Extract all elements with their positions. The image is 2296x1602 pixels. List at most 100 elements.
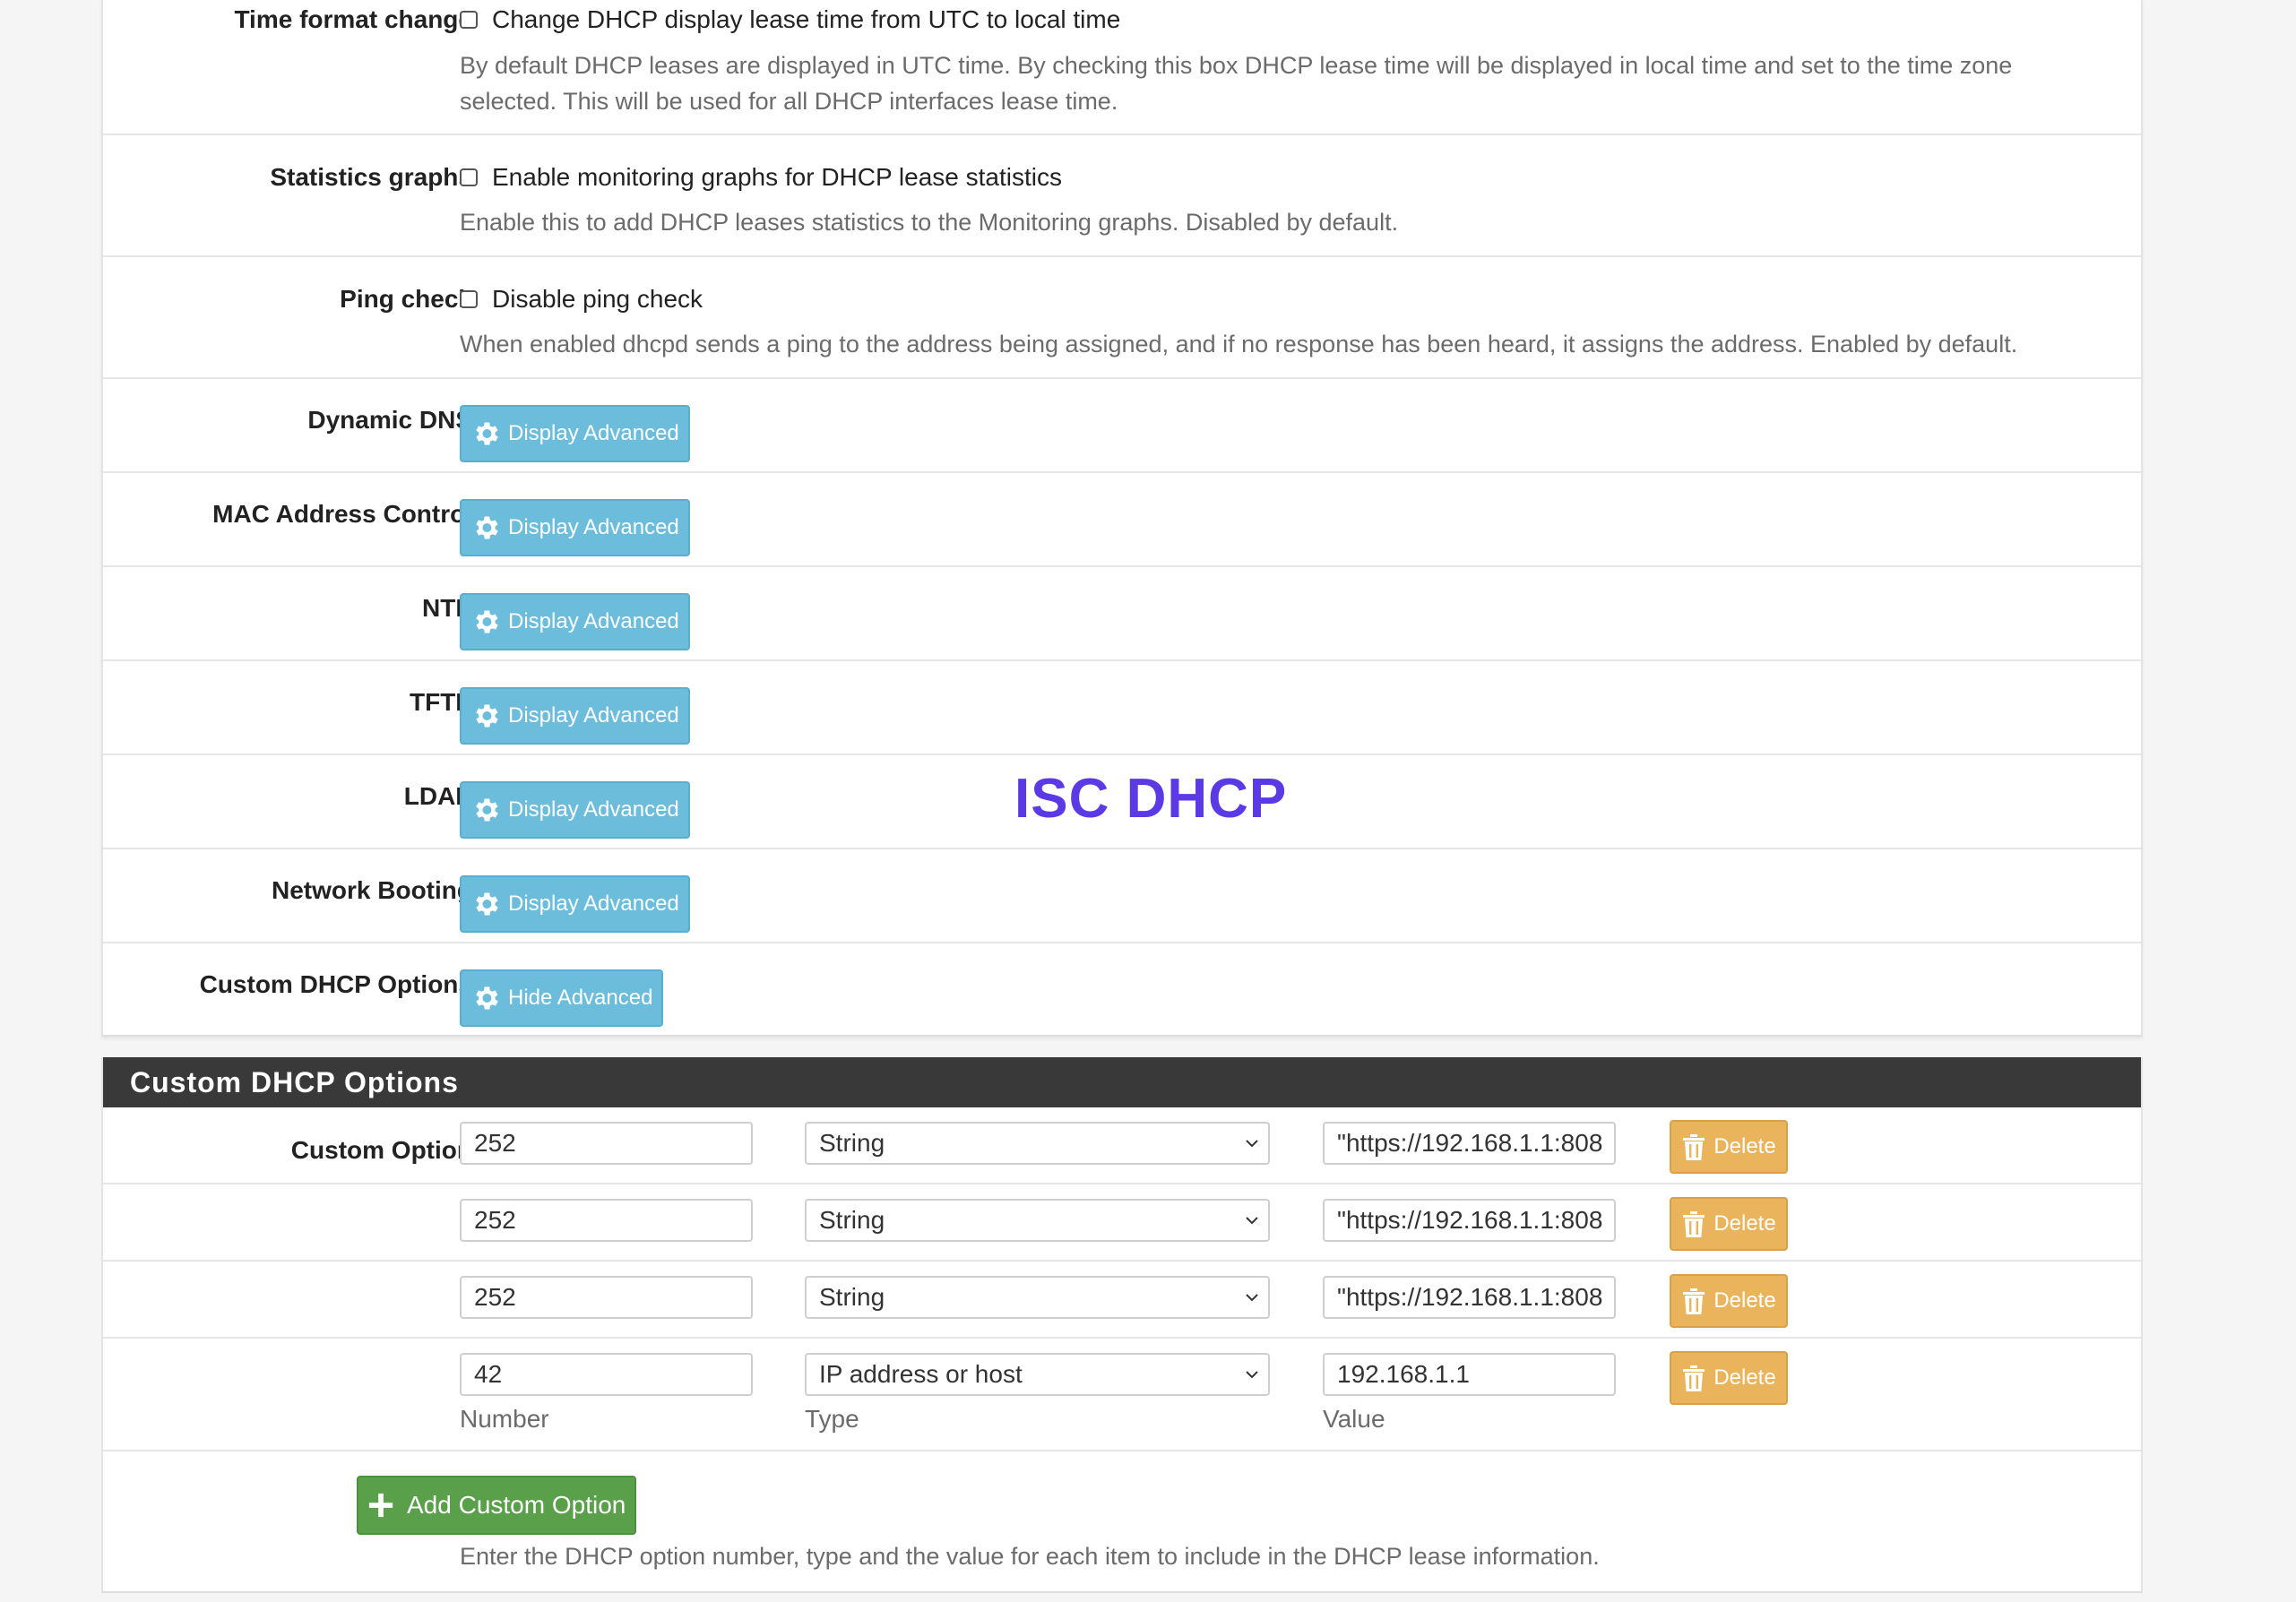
plus-icon [368, 1493, 393, 1518]
option-value-input[interactable]: "https://192.168.1.1:808 [1323, 1276, 1616, 1319]
chevron-down-icon [1246, 1140, 1258, 1148]
statistics-label: Statistics graphs [270, 163, 472, 191]
ping-check-help: When enabled dhcpd sends a ping to the a… [460, 331, 2018, 357]
option-type-value: IP address or host [819, 1360, 1023, 1388]
column-label-number: Number [460, 1405, 549, 1433]
ping-check-checkbox-label: Disable ping check [492, 285, 703, 313]
ldap-button-label: Display Advanced [508, 797, 679, 822]
time-format-label: Time format change [234, 5, 472, 33]
option-type-select[interactable]: IP address or host [805, 1353, 1270, 1396]
option-value-input[interactable]: 192.168.1.1 [1323, 1353, 1616, 1396]
option-type-value: String [819, 1129, 885, 1157]
gear-icon [476, 610, 498, 633]
option-number-input[interactable]: 252 [460, 1122, 753, 1165]
mac-address-control-label: MAC Address Control [212, 500, 472, 528]
option-type-select[interactable]: String [805, 1199, 1270, 1242]
add-custom-option-button[interactable]: Add Custom Option [357, 1476, 637, 1535]
isc-dhcp-overlay-title: ISC DHCP [1014, 768, 1288, 830]
gear-icon [476, 704, 498, 728]
option-value-input[interactable]: "https://192.168.1.1:808 [1323, 1199, 1616, 1242]
trash-icon [1683, 1134, 1705, 1160]
time-format-help-line1: By default DHCP leases are displayed in … [460, 52, 2013, 79]
general-settings-panel: Time format change Change DHCP display l… [101, 0, 2143, 1037]
delete-button-label: Delete [1713, 1288, 1776, 1313]
ping-check-checkbox[interactable] [460, 290, 478, 308]
time-format-checkbox-label: Change DHCP display lease time from UTC … [492, 5, 1121, 33]
chevron-down-icon [1246, 1217, 1258, 1225]
custom-options-help: Enter the DHCP option number, type and t… [460, 1543, 1600, 1570]
custom-option-row: 252 String "https://192.168.1.1:808 Dele… [103, 1262, 2141, 1339]
custom-option-row: 252 String "https://192.168.1.1:808 Dele… [103, 1184, 2141, 1262]
option-number-input[interactable]: 42 [460, 1353, 753, 1396]
row-time-format: Time format change Change DHCP display l… [103, 0, 2141, 135]
option-type-value: String [819, 1283, 885, 1311]
ldap-display-advanced-button[interactable]: Display Advanced [460, 781, 690, 839]
mac-address-control-button-label: Display Advanced [508, 515, 679, 539]
statistics-checkbox-line[interactable]: Enable monitoring graphs for DHCP lease … [460, 163, 1062, 192]
custom-dhcp-options-button-label: Hide Advanced [508, 986, 653, 1010]
chevron-down-icon [1246, 1371, 1258, 1379]
ldap-label: LDAP [403, 782, 472, 810]
ping-check-checkbox-line[interactable]: Disable ping check [460, 285, 703, 314]
custom-dhcp-options-hide-advanced-button[interactable]: Hide Advanced [460, 969, 664, 1027]
dynamic-dns-button-label: Display Advanced [508, 421, 679, 445]
delete-option-button[interactable]: Delete [1670, 1197, 1788, 1251]
tftp-display-advanced-button[interactable]: Display Advanced [460, 687, 690, 745]
delete-button-label: Delete [1713, 1365, 1776, 1390]
row-mac-address-control: MAC Address Control Display Advanced [103, 473, 2141, 567]
trash-icon [1683, 1288, 1705, 1314]
tftp-button-label: Display Advanced [508, 703, 679, 728]
mac-address-control-display-advanced-button[interactable]: Display Advanced [460, 499, 690, 556]
time-format-checkbox[interactable] [460, 11, 478, 29]
option-type-select[interactable]: String [805, 1122, 1270, 1165]
option-number-input[interactable]: 252 [460, 1199, 753, 1242]
network-booting-display-advanced-button[interactable]: Display Advanced [460, 875, 690, 933]
time-format-checkbox-line[interactable]: Change DHCP display lease time from UTC … [460, 5, 1120, 34]
ntp-button-label: Display Advanced [508, 609, 679, 633]
column-label-value: Value [1323, 1405, 1385, 1433]
gear-icon [476, 986, 498, 1010]
delete-button-label: Delete [1713, 1134, 1776, 1158]
dynamic-dns-label: Dynamic DNS [307, 406, 472, 434]
ntp-display-advanced-button[interactable]: Display Advanced [460, 593, 690, 650]
custom-option-row: 42 IP address or host 192.168.1.1 Delete… [103, 1339, 2141, 1451]
option-type-value: String [819, 1206, 885, 1234]
tftp-label: TFTP [410, 688, 472, 716]
row-statistics: Statistics graphs Enable monitoring grap… [103, 135, 2141, 257]
statistics-checkbox[interactable] [460, 168, 478, 186]
time-format-help: By default DHCP leases are displayed in … [460, 47, 2127, 119]
row-dynamic-dns: Dynamic DNS Display Advanced [103, 379, 2141, 473]
ping-check-label: Ping check [340, 285, 472, 313]
chevron-down-icon [1246, 1294, 1258, 1302]
row-network-booting: Network Booting Display Advanced [103, 849, 2141, 943]
delete-option-button[interactable]: Delete [1670, 1274, 1788, 1328]
statistics-help: Enable this to add DHCP leases statistic… [460, 209, 1399, 236]
gear-icon [476, 516, 498, 539]
time-format-help-line2: selected. This will be used for all DHCP… [460, 88, 1118, 115]
row-ping-check: Ping check Disable ping check When enabl… [103, 257, 2141, 379]
gear-icon [476, 798, 498, 822]
ntp-label: NTP [422, 594, 472, 622]
custom-dhcp-options-section-title: Custom DHCP Options [103, 1057, 2141, 1107]
delete-option-button[interactable]: Delete [1670, 1120, 1788, 1174]
custom-option-row: 252 String "https://192.168.1.1:808 Dele… [103, 1107, 2141, 1184]
add-custom-option-label: Add Custom Option [407, 1491, 626, 1519]
network-booting-label: Network Booting [272, 876, 472, 904]
dynamic-dns-display-advanced-button[interactable]: Display Advanced [460, 405, 690, 462]
trash-icon [1683, 1365, 1705, 1391]
option-type-select[interactable]: String [805, 1276, 1270, 1319]
delete-button-label: Delete [1713, 1211, 1776, 1236]
trash-icon [1683, 1211, 1705, 1237]
row-custom-dhcp-options-toggle: Custom DHCP Options Hide Advanced [103, 943, 2141, 1037]
row-ntp: NTP Display Advanced [103, 567, 2141, 661]
column-label-type: Type [805, 1405, 859, 1433]
row-tftp: TFTP Display Advanced [103, 661, 2141, 755]
option-number-input[interactable]: 252 [460, 1276, 753, 1319]
option-value-input[interactable]: "https://192.168.1.1:808 [1323, 1122, 1616, 1165]
gear-icon [476, 422, 498, 445]
gear-icon [476, 892, 498, 916]
custom-dhcp-options-label: Custom DHCP Options [199, 970, 472, 998]
statistics-checkbox-label: Enable monitoring graphs for DHCP lease … [492, 163, 1063, 191]
network-booting-button-label: Display Advanced [508, 891, 679, 916]
delete-option-button[interactable]: Delete [1670, 1351, 1788, 1405]
